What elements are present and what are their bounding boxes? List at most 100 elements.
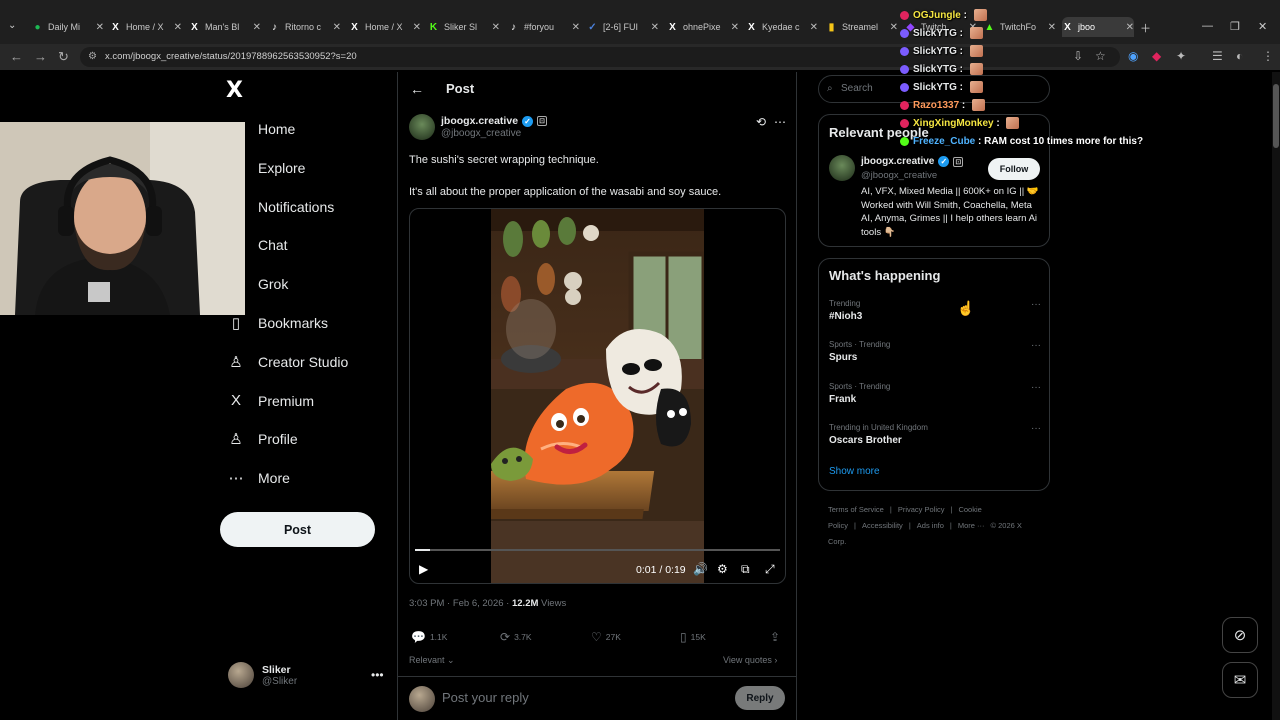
author-avatar[interactable]: [409, 114, 435, 140]
browser-tab[interactable]: X Home / X ✕: [349, 17, 421, 37]
footer-link[interactable]: Terms of Service: [828, 505, 884, 514]
trend-more-icon[interactable]: ···: [1031, 340, 1041, 351]
settings-icon[interactable]: ⚙: [717, 562, 728, 576]
extension-2-icon[interactable]: ◆: [1152, 49, 1161, 63]
chat-username[interactable]: Freeze_Cube: [913, 136, 975, 147]
share-action[interactable]: ⇪: [770, 630, 784, 644]
reply-button[interactable]: Reply: [735, 686, 785, 710]
bookmark-star-icon[interactable]: ☆: [1095, 49, 1106, 63]
browser-tab[interactable]: ● Daily Mi ✕: [32, 17, 104, 37]
menu-icon[interactable]: ⋮: [1262, 49, 1274, 63]
chat-username[interactable]: SlickYTG: [913, 82, 957, 93]
nav-item-profile[interactable]: ♙ Profile: [226, 426, 297, 452]
tab-search-icon[interactable]: ⌄: [8, 20, 16, 31]
browser-tab[interactable]: K Sliker Sl ✕: [428, 17, 500, 37]
close-window-icon[interactable]: ✕: [1258, 20, 1267, 33]
nav-item-premium[interactable]: X Premium: [226, 388, 314, 414]
chat-username[interactable]: SlickYTG: [913, 46, 957, 57]
footer-link[interactable]: Ads info: [917, 521, 944, 530]
follow-button[interactable]: Follow: [988, 158, 1040, 180]
tab-close-icon[interactable]: ✕: [731, 22, 739, 33]
install-icon[interactable]: ⇩: [1073, 49, 1083, 63]
browser-tab[interactable]: Xjboo ✕: [1062, 17, 1134, 37]
messages-floating-button[interactable]: ✉: [1222, 662, 1258, 698]
reply-input[interactable]: Post your reply: [442, 690, 529, 705]
post-timestamp[interactable]: 3:03 PM · Feb 6, 2026 ·: [409, 598, 512, 609]
chat-username[interactable]: Razo1337: [913, 100, 959, 111]
x-logo[interactable]: X: [226, 78, 243, 103]
trend-item[interactable]: Sports · Trending Frank ···: [829, 382, 1041, 412]
forward-icon[interactable]: →: [34, 49, 47, 64]
minimize-icon[interactable]: —: [1202, 20, 1213, 32]
extension-1-icon[interactable]: ◉: [1128, 49, 1138, 63]
browser-tab[interactable]: ▮ Streamel ✕: [826, 17, 898, 37]
reload-icon[interactable]: ↻: [58, 49, 69, 65]
browser-tab[interactable]: ✓ [2-6] FUI ✕: [587, 17, 659, 37]
trend-more-icon[interactable]: ···: [1031, 382, 1041, 393]
person-avatar[interactable]: [829, 155, 855, 181]
tab-close-icon[interactable]: ✕: [890, 22, 898, 33]
grok-floating-button[interactable]: ⊘: [1222, 617, 1258, 653]
reading-list-icon[interactable]: ☰: [1212, 49, 1223, 63]
trend-item[interactable]: Trending in United Kingdom Oscars Brother…: [829, 423, 1041, 453]
browser-tab[interactable]: ▲ TwitchFo ✕: [984, 17, 1056, 37]
chat-username[interactable]: SlickYTG: [913, 64, 957, 75]
person-name-row[interactable]: jboogx.creative ✓ ⊡: [861, 156, 964, 167]
profile-icon[interactable]: ◐: [1236, 49, 1243, 63]
play-icon[interactable]: ▶: [419, 562, 428, 576]
trend-item[interactable]: Sports · Trending Spurs ···: [829, 340, 1041, 370]
tab-close-icon[interactable]: ✕: [1126, 22, 1134, 33]
trend-more-icon[interactable]: ···: [1031, 423, 1041, 434]
tab-close-icon[interactable]: ✕: [333, 22, 341, 33]
tab-close-icon[interactable]: ✕: [810, 22, 818, 33]
footer-link[interactable]: Privacy Policy: [898, 505, 945, 514]
browser-tab[interactable]: ♪ #foryou ✕: [508, 17, 580, 37]
browser-tab[interactable]: X Home / X ✕: [110, 17, 182, 37]
nav-item-creator-studio[interactable]: ♙ Creator Studio: [226, 349, 348, 375]
restore-icon[interactable]: ❐: [1230, 20, 1240, 33]
view-quotes-link[interactable]: View quotes ›: [723, 655, 777, 665]
back-arrow-icon[interactable]: ←: [410, 81, 424, 97]
reply-action[interactable]: 💬 1.1K: [411, 630, 447, 644]
fullscreen-icon[interactable]: ⤢: [765, 562, 775, 577]
tab-close-icon[interactable]: ✕: [174, 22, 182, 33]
footer-link[interactable]: More ···: [958, 521, 985, 530]
back-icon[interactable]: ←: [10, 49, 23, 64]
video-progress-bar[interactable]: [415, 549, 780, 551]
trend-more-icon[interactable]: ···: [1031, 299, 1041, 310]
account-more-icon[interactable]: •••: [371, 668, 384, 682]
site-info-icon[interactable]: ⚙: [88, 47, 97, 67]
tab-close-icon[interactable]: ✕: [96, 22, 104, 33]
video-player[interactable]: ▶ 0:01 / 0:19 🔊 ⚙ ⧉ ⤢: [409, 208, 786, 584]
browser-tab[interactable]: X Kyedae c ✕: [746, 17, 818, 37]
author-name-row[interactable]: jboogx.creative ✓ ⊡: [441, 115, 548, 127]
volume-icon[interactable]: 🔊: [693, 562, 708, 576]
like-action[interactable]: ♡ 27K: [591, 630, 621, 644]
browser-tab[interactable]: X Man's Bl ✕: [189, 17, 261, 37]
tab-close-icon[interactable]: ✕: [651, 22, 659, 33]
grok-icon[interactable]: ⟲: [756, 115, 766, 129]
extensions-icon[interactable]: ✦: [1176, 49, 1186, 63]
footer-link[interactable]: Accessibility: [862, 521, 903, 530]
new-tab-icon[interactable]: ＋: [1140, 20, 1151, 36]
tab-close-icon[interactable]: ✕: [413, 22, 421, 33]
show-more-link[interactable]: Show more: [829, 466, 880, 477]
page-scrollbar[interactable]: [1272, 72, 1280, 720]
tab-close-icon[interactable]: ✕: [492, 22, 500, 33]
tab-close-icon[interactable]: ✕: [572, 22, 580, 33]
chat-username[interactable]: SlickYTG: [913, 28, 957, 39]
tab-close-icon[interactable]: ✕: [1048, 22, 1056, 33]
picture-in-picture-icon[interactable]: ⧉: [741, 562, 750, 577]
chat-username[interactable]: OGJungle: [913, 10, 961, 21]
chat-username[interactable]: XingXingMonkey: [913, 118, 994, 129]
repost-action[interactable]: ⟳ 3.7K: [500, 630, 532, 644]
nav-item-more[interactable]: ⋯ More: [226, 465, 290, 491]
browser-tab[interactable]: XohnePixe ✕: [667, 17, 739, 37]
browser-tab[interactable]: ♪ Ritorno c ✕: [269, 17, 341, 37]
reply-sort-dropdown[interactable]: Relevant ⌄: [409, 655, 455, 666]
post-more-icon[interactable]: ⋯: [774, 115, 786, 129]
tab-close-icon[interactable]: ✕: [253, 22, 261, 33]
scrollbar-thumb[interactable]: [1273, 84, 1279, 148]
account-switcher[interactable]: Sliker @Sliker: [228, 662, 297, 688]
bookmark-action[interactable]: ▯ 15K: [680, 630, 706, 644]
